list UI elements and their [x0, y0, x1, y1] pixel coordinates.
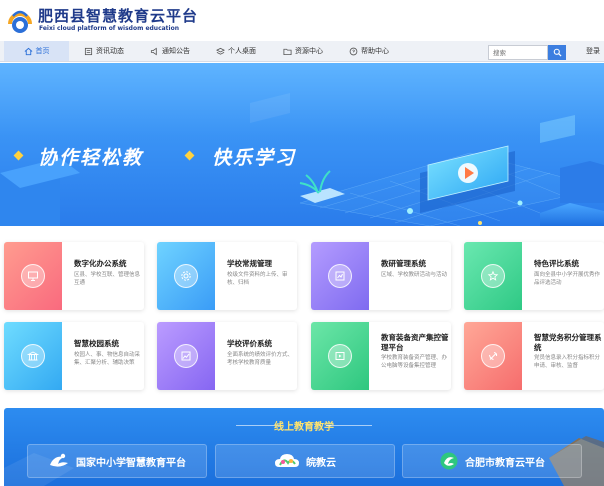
- nav-item-notice[interactable]: 通知公告: [150, 41, 190, 61]
- nav-item-desktop[interactable]: 个人桌面: [216, 41, 256, 61]
- nav-item-label: 首页: [35, 47, 50, 55]
- nav-item-label: 通知公告: [162, 47, 190, 55]
- layers-icon: [216, 47, 225, 55]
- app-card-research[interactable]: 教研管理系统 区域、学校教研活动与活动: [311, 242, 451, 310]
- platform-label: 国家中小学智慧教育平台: [76, 457, 186, 469]
- nav-item-resources[interactable]: 资源中心: [283, 41, 323, 61]
- nav-item-label: 资源中心: [295, 47, 323, 55]
- app-card-title: 智慧党务积分管理系统: [534, 333, 602, 352]
- app-card-title: 教育装备资产集控管理平台: [381, 333, 449, 352]
- app-card-title: 特色评比系统: [534, 259, 579, 268]
- video-icon: [335, 352, 345, 360]
- app-card-title: 智慧校园系统: [74, 339, 119, 348]
- hefei-edu-logo-icon: [440, 452, 458, 470]
- star-icon: [487, 270, 499, 281]
- news-icon: [84, 47, 93, 55]
- app-card-desc: 党员信息录入积分指标积分申请、审核、监督: [534, 355, 601, 369]
- app-card-icon-tile: [464, 322, 522, 390]
- platform-national-edu[interactable]: 国家中小学智慧教育平台: [27, 444, 207, 478]
- app-card-title: 学校评价系统: [227, 339, 272, 348]
- platform-label: 合肥市教育云平台: [465, 457, 545, 469]
- gear-icon: [181, 271, 191, 281]
- nav-item-help[interactable]: 帮助中心: [349, 41, 389, 61]
- banner-slogan-right: 快乐学习: [212, 147, 297, 169]
- help-icon: [349, 47, 358, 55]
- platform-wanjiaoyun[interactable]: 皖教云: [215, 444, 395, 478]
- online-section-title: 线上教育教学: [274, 422, 334, 433]
- login-link[interactable]: 登录: [586, 46, 600, 56]
- app-card-title: 学校常规管理: [227, 259, 272, 268]
- app-card-desc: 校园人、事、物信息自动采集、汇聚分析、辅助决策: [74, 352, 141, 366]
- app-card-icon-tile: [157, 242, 215, 310]
- national-edu-logo-icon: [50, 453, 68, 467]
- app-card-icon-tile: [464, 242, 522, 310]
- app-card-desc: 区县、学校互联、管理信息互通: [74, 272, 141, 286]
- app-card-school-routine[interactable]: 学校常规管理 校级文件资料的上传、审核、归档: [157, 242, 297, 310]
- app-card-special-contest[interactable]: 特色评比系统 面向全县中小学开展优秀作品评选活动: [464, 242, 604, 310]
- platform-label: 皖教云: [306, 457, 336, 469]
- hero-banner: 协作轻松教 快乐学习: [0, 63, 604, 226]
- app-card-smart-campus[interactable]: 智慧校园系统 校园人、事、物信息自动采集、汇聚分析、辅助决策: [4, 322, 144, 390]
- banner-slogan-left: 协作轻松教: [38, 147, 144, 169]
- app-card-title: 教研管理系统: [381, 259, 426, 268]
- app-card-school-evaluation[interactable]: 学校评价系统 全面系统的绩效评价方式、考核学校教育质量: [157, 322, 297, 390]
- site-header: 肥西县智慧教育云平台 Feixi cloud platform of wisdo…: [0, 0, 604, 40]
- site-title: 肥西县智慧教育云平台: [38, 7, 199, 25]
- app-card-equipment-assets[interactable]: 教育装备资产集控管理平台 学校教育装备资产管理、办公电脑等设备集控管理: [311, 322, 451, 390]
- nav-item-news[interactable]: 资讯动态: [84, 41, 124, 61]
- app-card-desc: 面向全县中小学开展优秀作品评选活动: [534, 272, 601, 286]
- search-input[interactable]: [488, 45, 548, 60]
- app-card-icon-tile: [4, 242, 62, 310]
- nav-item-home[interactable]: 首页: [4, 41, 69, 61]
- app-card-desc: 校级文件资料的上传、审核、归档: [227, 272, 288, 286]
- platform-hefei-edu[interactable]: 合肥市教育云平台: [402, 444, 582, 478]
- folder-icon: [283, 48, 292, 55]
- divider: [326, 425, 372, 426]
- app-card-title: 数字化办公系统: [74, 259, 127, 268]
- app-card-icon-tile: [4, 322, 62, 390]
- site-logo-icon: [8, 10, 32, 33]
- party-icon: [489, 351, 498, 360]
- cloud-logo-icon: [275, 454, 299, 467]
- search-button[interactable]: [548, 45, 566, 60]
- app-card-desc: 学校教育装备资产管理、办公电脑等设备集控管理: [381, 355, 448, 369]
- monitor-icon: [28, 271, 38, 281]
- nav-item-label: 个人桌面: [228, 47, 256, 55]
- trend-icon: [181, 351, 191, 361]
- nav-item-label: 帮助中心: [361, 47, 389, 55]
- app-card-icon-tile: [311, 242, 369, 310]
- notice-icon: [150, 47, 157, 55]
- search-icon: [553, 48, 562, 57]
- app-card-desc: 全面系统的绩效评价方式、考核学校教育质量: [227, 352, 294, 366]
- app-card-digital-office[interactable]: 数字化办公系统 区县、学校互联、管理信息互通: [4, 242, 144, 310]
- home-icon: [24, 47, 32, 55]
- app-card-icon-tile: [311, 322, 369, 390]
- nav-item-label: 资讯动态: [96, 47, 124, 55]
- site-subtitle: Feixi cloud platform of wisdom education: [39, 25, 179, 32]
- app-card-party-points[interactable]: 智慧党务积分管理系统 党员信息录入积分指标积分申请、审核、监督: [464, 322, 604, 390]
- app-card-icon-tile: [157, 322, 215, 390]
- building-icon: [27, 351, 39, 361]
- app-card-desc: 区域、学校教研活动与活动: [381, 272, 448, 278]
- chart-icon: [335, 271, 345, 281]
- online-education-section: 线上教育教学 国家中小学智慧教育平台 皖教云 合肥市教育云平台: [4, 408, 604, 486]
